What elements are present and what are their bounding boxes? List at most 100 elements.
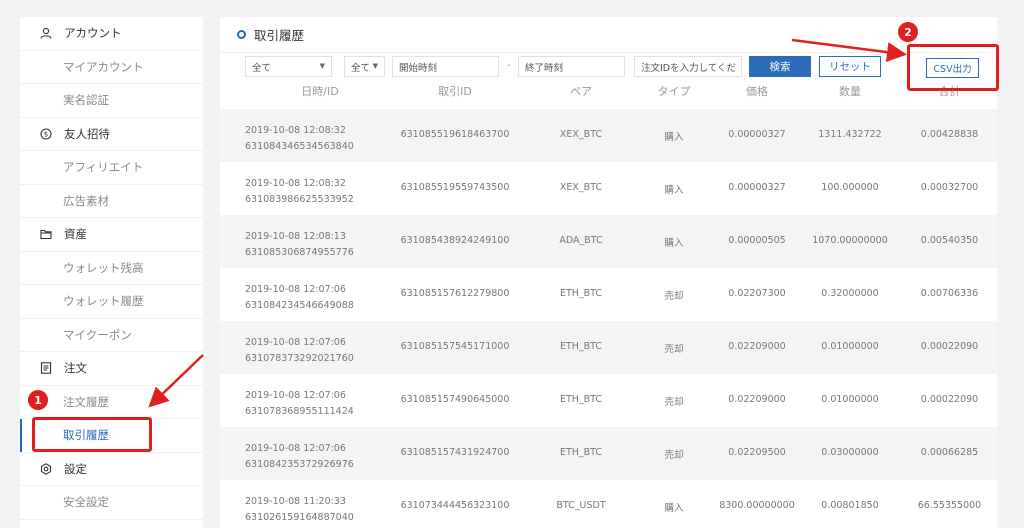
cell-trade-id: 631073444456323100: [400, 500, 510, 511]
input-placeholder: 開始時刻: [399, 62, 438, 74]
sidebar-item-label: 広告素材: [63, 193, 109, 208]
cell-pair: ETH_BTC: [559, 341, 603, 352]
cell-type: 購入: [664, 132, 684, 143]
cell-pair: XEX_BTC: [559, 129, 603, 140]
main-panel: 取引履歴 全て ▼ 全て ▼ 開始時刻 - 終了時刻 注文IDを入力してくだ 検…: [220, 17, 997, 528]
cell-pair: XEX_BTC: [559, 182, 603, 193]
cell-qty: 1311.432722: [818, 129, 882, 140]
sidebar-item-account[interactable]: アカウント: [20, 17, 203, 51]
cell-total: 0.00032700: [920, 182, 979, 193]
start-time-input[interactable]: 開始時刻: [392, 56, 499, 77]
cell-pair: ETH_BTC: [559, 288, 603, 299]
cell-price: 0.02209000: [728, 341, 786, 352]
sidebar-item-assets[interactable]: 資産: [20, 218, 203, 252]
chevron-down-icon: ▼: [319, 62, 325, 70]
cell-total: 0.00022090: [920, 394, 979, 405]
cell-trade-id: 631085438924249100: [400, 235, 510, 246]
cell-trade-id: 631085519618463700: [400, 129, 510, 140]
step-badge-1: 1: [28, 390, 48, 410]
type-select[interactable]: 全て ▼: [245, 56, 332, 77]
sidebar-item-label: 注文履歴: [63, 394, 109, 409]
sidebar-item-label: アフィリエイト: [63, 160, 144, 175]
search-button[interactable]: 検索: [749, 56, 811, 77]
sidebar-item-my-account[interactable]: マイアカウント: [20, 51, 203, 84]
sidebar-item-ad-material[interactable]: 広告素材: [20, 185, 203, 218]
sidebar-item-label: 設定: [64, 461, 87, 476]
cell-total: 66.55355000: [917, 500, 982, 511]
cell-qty: 0.01000000: [821, 394, 879, 405]
reset-button[interactable]: リセット: [819, 56, 881, 77]
header-type: タイプ: [657, 85, 691, 98]
cell-price: 0.00000327: [728, 129, 786, 140]
sidebar-item-security[interactable]: 安全設定: [20, 486, 203, 520]
range-dash: -: [507, 60, 511, 71]
sidebar-item-affiliate[interactable]: アフィリエイト: [20, 151, 203, 185]
cell-trade-id: 631085157431924700: [400, 447, 510, 458]
cell-type: 売却: [664, 291, 684, 302]
table-row: 2019-10-08 12:08:32 631083986625533952 63…: [220, 162, 997, 215]
folder-icon: [40, 228, 52, 240]
step-badge-2: 2: [898, 22, 918, 42]
sidebar-item-label: 実名認証: [63, 93, 109, 108]
highlight-box-trade-history: [32, 417, 152, 452]
header-trade-id: 取引ID: [438, 85, 472, 98]
cell-qty: 0.00801850: [821, 500, 879, 511]
document-icon: [40, 362, 52, 374]
cell-type: 売却: [664, 344, 684, 355]
cell-trade-id: 631085157612279800: [400, 288, 510, 299]
sidebar-item-referral[interactable]: $ 友人招待: [20, 118, 203, 151]
header-price: 価格: [746, 85, 768, 98]
cell-datetime: 2019-10-08 12:08:32 631083986625533952: [245, 178, 354, 205]
select-value: 全て: [351, 62, 371, 74]
cell-pair: BTC_USDT: [556, 500, 606, 511]
table-row: 2019-10-08 12:07:06 631084235372926976 63…: [220, 427, 997, 480]
cell-pair: ETH_BTC: [559, 447, 603, 458]
cell-datetime: 2019-10-08 12:07:06 631078373292021760: [245, 337, 354, 364]
end-time-input[interactable]: 終了時刻: [518, 56, 625, 77]
cell-datetime: 2019-10-08 12:07:06 631084234546649088: [245, 284, 354, 311]
cell-datetime: 2019-10-08 11:20:33 631026159164887040: [245, 496, 354, 523]
cell-pair: ETH_BTC: [559, 394, 603, 405]
table-body: 2019-10-08 12:08:32 631084346534563840 63…: [220, 109, 997, 528]
cell-datetime: 2019-10-08 12:07:06 631078368955111424: [245, 390, 354, 417]
sidebar-item-identity[interactable]: 実名認証: [20, 84, 203, 118]
cell-total: 0.00066285: [920, 447, 979, 458]
cell-pair: ADA_BTC: [559, 235, 603, 246]
sidebar-item-wallet-history[interactable]: ウォレット履歴: [20, 285, 203, 319]
highlight-box-csv: [907, 44, 999, 91]
title-dot-icon: [237, 30, 246, 39]
coin-icon: $: [40, 128, 52, 140]
cell-datetime: 2019-10-08 12:07:06 631084235372926976: [245, 443, 354, 470]
cell-type: 購入: [664, 238, 684, 249]
table-row: 2019-10-08 12:07:06 631078368955111424 63…: [220, 374, 997, 427]
page-header: 取引履歴: [220, 17, 997, 53]
svg-text:$: $: [44, 130, 48, 138]
sidebar-item-settings[interactable]: 設定: [20, 453, 203, 486]
sidebar-item-label: ウォレット履歴: [63, 294, 144, 309]
cell-qty: 0.03000000: [821, 447, 879, 458]
sidebar-item-label: 注文: [64, 361, 87, 376]
cell-price: 0.00000505: [728, 235, 786, 246]
select-value: 全て: [252, 62, 272, 74]
sidebar-item-coupon[interactable]: マイクーポン: [20, 319, 203, 352]
cell-type: 売却: [664, 397, 684, 408]
cell-type: 購入: [664, 185, 684, 196]
cell-type: 売却: [664, 450, 684, 461]
cell-price: 0.00000327: [728, 182, 786, 193]
cell-qty: 0.01000000: [821, 341, 879, 352]
sidebar-item-orders[interactable]: 注文: [20, 352, 203, 386]
sidebar-item-wallet-balance[interactable]: ウォレット残高: [20, 252, 203, 285]
cell-price: 8300.00000000: [719, 500, 795, 511]
gear-icon: [40, 462, 52, 475]
side-select[interactable]: 全て ▼: [344, 56, 385, 77]
input-placeholder: 終了時刻: [525, 62, 564, 74]
user-icon: [40, 27, 52, 39]
header-datetime: 日時/ID: [301, 85, 339, 98]
order-id-input[interactable]: 注文IDを入力してくだ: [634, 56, 742, 77]
table-header: 日時/ID 取引ID ペア タイプ 価格 数量 合計: [220, 83, 997, 105]
cell-qty: 100.000000: [821, 182, 879, 193]
cell-total: 0.00540350: [920, 235, 979, 246]
sidebar-item-label: 資産: [64, 227, 87, 242]
cell-total: 0.00706336: [920, 288, 979, 299]
sidebar-item-label: マイクーポン: [63, 327, 132, 342]
